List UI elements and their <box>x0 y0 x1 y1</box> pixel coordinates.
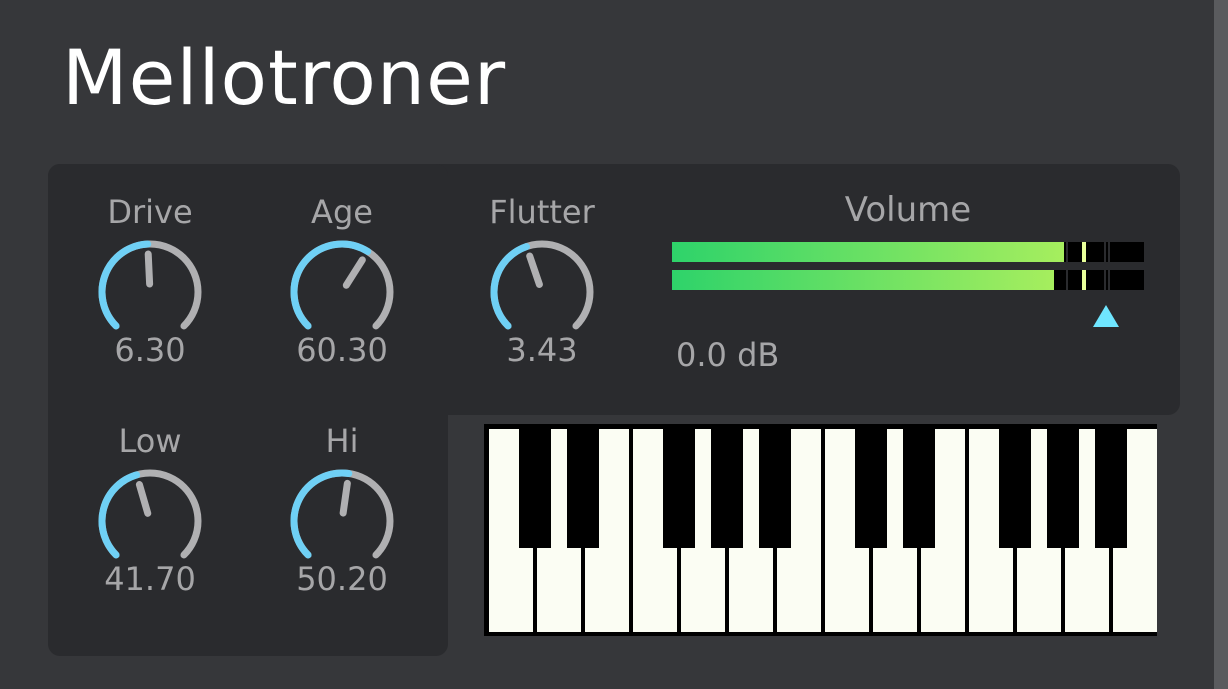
piano-black-key[interactable] <box>1047 424 1079 548</box>
drive-label: Drive <box>107 193 193 231</box>
piano-black-key[interactable] <box>711 424 743 548</box>
flutter-knob-value-arc <box>490 243 530 330</box>
meter-left-fill <box>672 242 1064 262</box>
piano-black-key[interactable] <box>567 424 599 548</box>
meter-segment-divider <box>1104 270 1106 290</box>
flutter-knob-pointer <box>526 252 543 288</box>
low-value: 41.70 <box>104 560 196 598</box>
age-knob-pointer <box>342 256 366 289</box>
hi-label: Hi <box>325 422 359 460</box>
meter-segment-divider <box>1108 242 1110 262</box>
hi-value: 50.20 <box>296 560 388 598</box>
hi-control: Hi 50.20 <box>247 421 437 599</box>
volume-meter-right <box>672 270 1144 290</box>
piano-black-key[interactable] <box>903 424 935 548</box>
piano-keyboard <box>484 424 1157 636</box>
drive-knob-value-arc <box>98 240 152 330</box>
meter-peak-marker <box>1082 242 1086 262</box>
piano-black-key[interactable] <box>759 424 791 548</box>
age-value: 60.30 <box>296 331 388 369</box>
plugin-title: Mellotroner <box>62 33 507 122</box>
drive-knob-pointer <box>144 250 154 288</box>
age-label: Age <box>311 193 373 231</box>
meter-peak-marker <box>1082 270 1086 290</box>
meter-segment-divider <box>1104 242 1106 262</box>
meter-right-fill <box>672 270 1054 290</box>
volume-meter-left <box>672 242 1144 262</box>
flutter-value: 3.43 <box>506 331 578 369</box>
low-control: Low 41.70 <box>55 421 245 599</box>
piano-black-key[interactable] <box>1095 424 1127 548</box>
piano-black-key[interactable] <box>519 424 551 548</box>
piano-black-key[interactable] <box>855 424 887 548</box>
low-label: Low <box>118 422 182 460</box>
low-knob-value-arc <box>98 471 141 559</box>
flutter-control: Flutter 3.43 <box>447 192 637 370</box>
piano-black-key[interactable] <box>999 424 1031 548</box>
drive-value: 6.30 <box>114 331 186 369</box>
drive-control: Drive 6.30 <box>55 192 245 370</box>
age-knob-value-arc <box>290 240 372 330</box>
window-edge <box>1214 0 1228 689</box>
volume-readout: 0.0 dB <box>676 336 780 374</box>
volume-label: Volume <box>844 190 972 230</box>
age-control: Age 60.30 <box>247 192 437 370</box>
piano-black-key[interactable] <box>663 424 695 548</box>
low-knob-pointer <box>135 481 152 517</box>
meter-segment-divider <box>1066 270 1068 290</box>
flutter-label: Flutter <box>489 193 595 231</box>
hi-knob-pointer <box>339 479 351 517</box>
volume-fader-pointer-icon[interactable] <box>1093 305 1119 327</box>
meter-segment-divider <box>1066 242 1068 262</box>
meter-segment-divider <box>1108 270 1110 290</box>
